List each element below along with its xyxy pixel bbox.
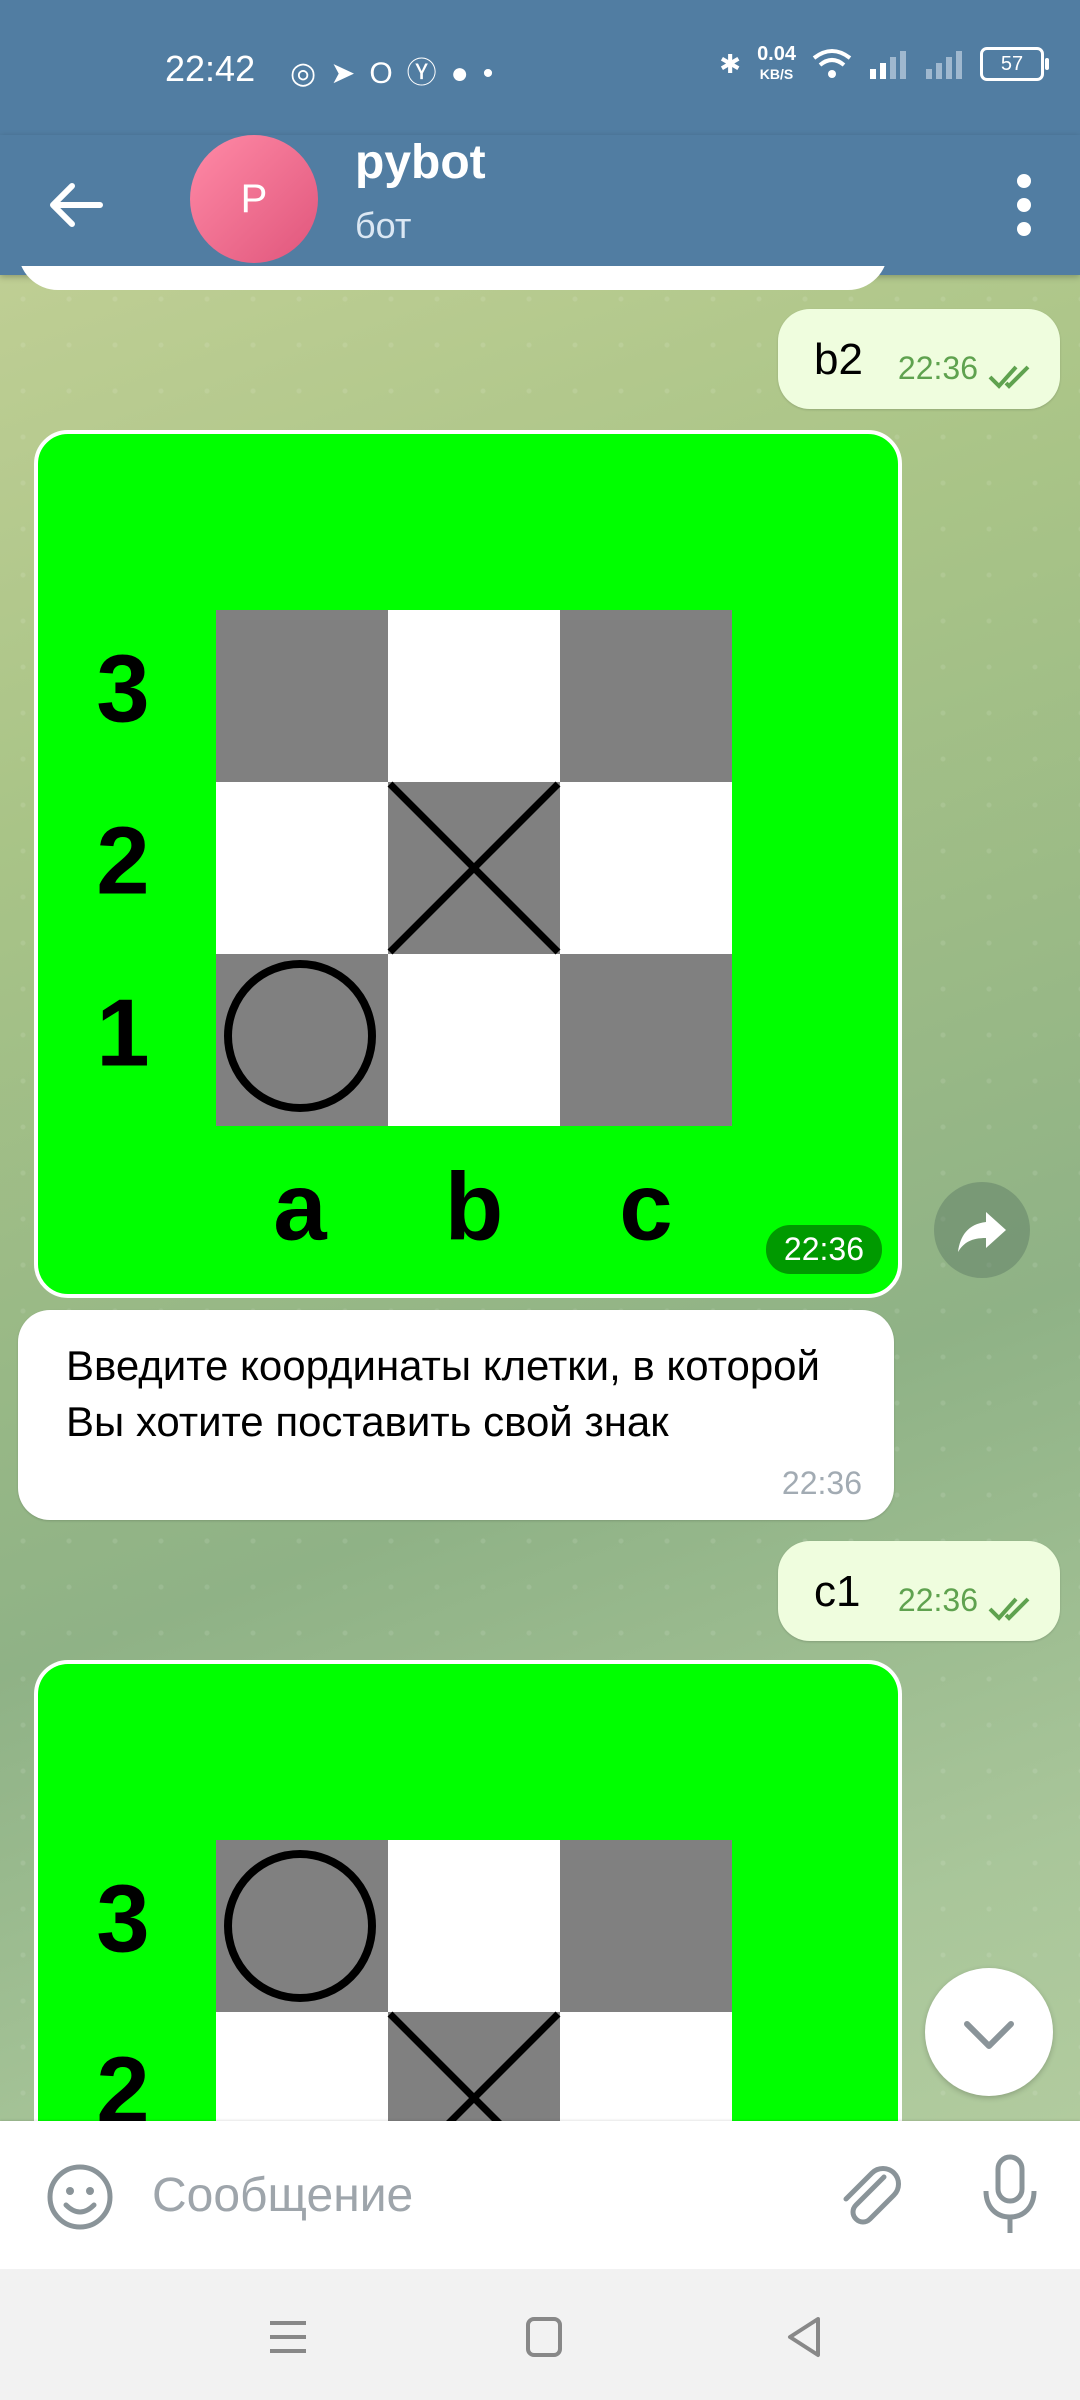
board-image[interactable]: 3 2 1 a b c 22:36 xyxy=(34,430,902,1298)
col-label: b xyxy=(445,1153,504,1260)
network-speed: 0.04 KB/S xyxy=(757,44,796,84)
message-time: 22:36 xyxy=(897,1582,978,1618)
back-icon[interactable] xyxy=(774,2309,834,2365)
read-checkmarks-icon xyxy=(988,1597,1030,1621)
message-time: 22:36 xyxy=(897,350,978,386)
message-text: c1 xyxy=(814,1567,861,1616)
chat-header: P pybot бот xyxy=(0,135,1080,275)
person-icon: ● xyxy=(450,57,483,90)
row-label: 3 xyxy=(96,1865,149,1972)
battery-indicator: 57 xyxy=(980,47,1049,81)
signal-icon xyxy=(926,51,962,79)
message-composer xyxy=(0,2121,1080,2269)
microphone-icon[interactable] xyxy=(972,2151,1048,2241)
message-input[interactable] xyxy=(150,2159,794,2231)
incoming-message[interactable]: Введите координаты клетки, в которой Вы … xyxy=(18,1310,894,1520)
viber-icon: ◎ xyxy=(290,57,331,90)
message-text: b2 xyxy=(814,335,863,384)
wifi-icon xyxy=(812,49,852,78)
more-vert-icon[interactable] xyxy=(994,165,1054,245)
board-image[interactable]: 3 2 xyxy=(34,1660,902,2160)
net-speed-unit: KB/S xyxy=(759,66,794,82)
scroll-down-button[interactable] xyxy=(925,1968,1053,2096)
message-time: 22:36 xyxy=(781,1465,862,1501)
chevron-down-icon xyxy=(964,2021,1014,2049)
outgoing-message[interactable]: c1 22:36 xyxy=(778,1541,1060,1641)
home-icon[interactable] xyxy=(514,2309,574,2365)
attach-icon[interactable] xyxy=(830,2157,906,2233)
chat-title[interactable]: pybot xyxy=(355,135,486,190)
col-label: c xyxy=(619,1153,672,1260)
telegram-icon: ➤ xyxy=(330,57,370,90)
bluetooth-icon: ✱ xyxy=(719,48,742,79)
status-bar: 22:42 ◎➤OⓎ●• ✱ 0.04 KB/S 57 xyxy=(0,0,1080,135)
image-timestamp: 22:36 xyxy=(765,1225,882,1274)
yandex-icon: Ⓨ xyxy=(406,57,451,90)
row-label: 2 xyxy=(96,807,149,914)
net-speed-value: 0.04 xyxy=(757,43,796,65)
status-right: ✱ 0.04 KB/S 57 xyxy=(719,44,1049,84)
dot-icon: • xyxy=(482,57,508,90)
status-time: 22:42 xyxy=(165,48,256,89)
read-checkmarks-icon xyxy=(988,365,1030,389)
opera-icon: O xyxy=(369,57,407,90)
message-text: Введите координаты клетки, в которой Вы … xyxy=(66,1342,820,1445)
col-label: a xyxy=(273,1153,327,1260)
row-label: 1 xyxy=(96,979,149,1086)
recent-apps-icon[interactable] xyxy=(258,2309,318,2365)
outgoing-message[interactable]: b2 22:36 xyxy=(778,309,1060,409)
board-svg: 3 2 1 a b c xyxy=(96,610,732,1260)
share-button[interactable] xyxy=(934,1182,1030,1278)
emoji-icon[interactable] xyxy=(44,2161,116,2233)
board-svg: 3 2 xyxy=(96,1840,732,2160)
notification-icons: ◎➤OⓎ●• xyxy=(290,48,507,92)
back-arrow-icon[interactable] xyxy=(40,170,110,240)
avatar[interactable]: P xyxy=(190,135,318,263)
share-arrow-icon xyxy=(958,1212,1006,1252)
row-label: 3 xyxy=(96,635,149,742)
system-navigation-bar xyxy=(0,2269,1080,2400)
signal-icon xyxy=(870,51,906,79)
chat-subtitle: бот xyxy=(355,205,412,246)
